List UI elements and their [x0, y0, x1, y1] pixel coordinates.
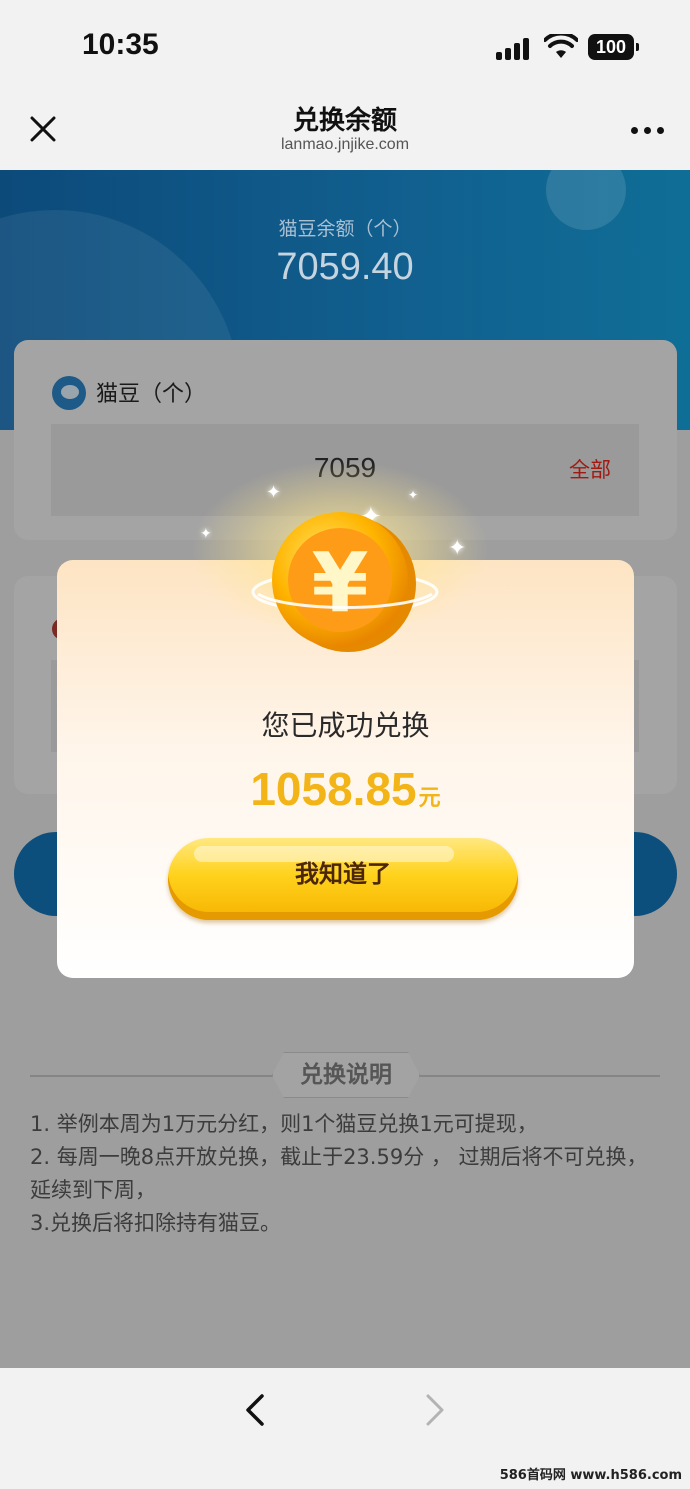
sparkle-icon: ✦ [200, 526, 212, 542]
wifi-icon [544, 34, 578, 58]
notes-item: 3.兑换后将扣除持有猫豆。 [30, 1211, 282, 1235]
exchanged-amount: 1058.85元 [57, 762, 634, 816]
back-arrow-icon[interactable] [240, 1392, 270, 1428]
balance-value: 7059.40 [276, 246, 414, 288]
balance-label: 猫豆余额（个） [278, 218, 412, 240]
page-url: lanmao.jnjike.com [280, 136, 410, 153]
more-icon[interactable] [628, 124, 668, 136]
all-button[interactable]: 全部 [569, 454, 611, 484]
nav-bar: 兑换余额 lanmao.jnjike.com [0, 90, 690, 170]
battery-icon: 100 [588, 34, 639, 60]
status-time: 10:35 [82, 28, 159, 61]
browser-toolbar: 586首码网 www.h586.com [0, 1368, 690, 1489]
status-bar: 10:35 100 [0, 0, 690, 90]
amount-unit: 元 [418, 786, 441, 811]
got-it-button[interactable]: 我知道了 [168, 838, 518, 920]
watermark-text: 586首码网 www.h586.com [499, 1468, 682, 1483]
got-it-label: 我知道了 [295, 860, 391, 888]
gold-coin-icon: ¥ [251, 512, 439, 652]
notes-title: 兑换说明 [272, 1052, 420, 1098]
notes-list: 1. 举例本周为1万元分红，则1个猫豆兑换1元可提现， 2. 每周一晚8点开放兑… [30, 1108, 665, 1240]
success-message: 您已成功兑换 [261, 709, 430, 742]
amount-value: 1058.85 [250, 763, 417, 815]
notes-item: 1. 举例本周为1万元分红，则1个猫豆兑换1元可提现， [30, 1112, 538, 1136]
coin-yen-symbol: ¥ [311, 536, 368, 631]
notes-item: 2. 每周一晚8点开放兑换，截止于23.59分 ， 过期后将不可兑换，延续到下周… [30, 1145, 648, 1202]
sparkle-icon: ✦ [448, 536, 467, 561]
cellular-signal-icon [496, 38, 532, 60]
forward-arrow-icon[interactable] [420, 1392, 450, 1428]
beans-label: 猫豆（个） [96, 382, 207, 407]
page-title: 兑换余额 [292, 106, 397, 136]
cat-bean-icon [52, 376, 86, 410]
